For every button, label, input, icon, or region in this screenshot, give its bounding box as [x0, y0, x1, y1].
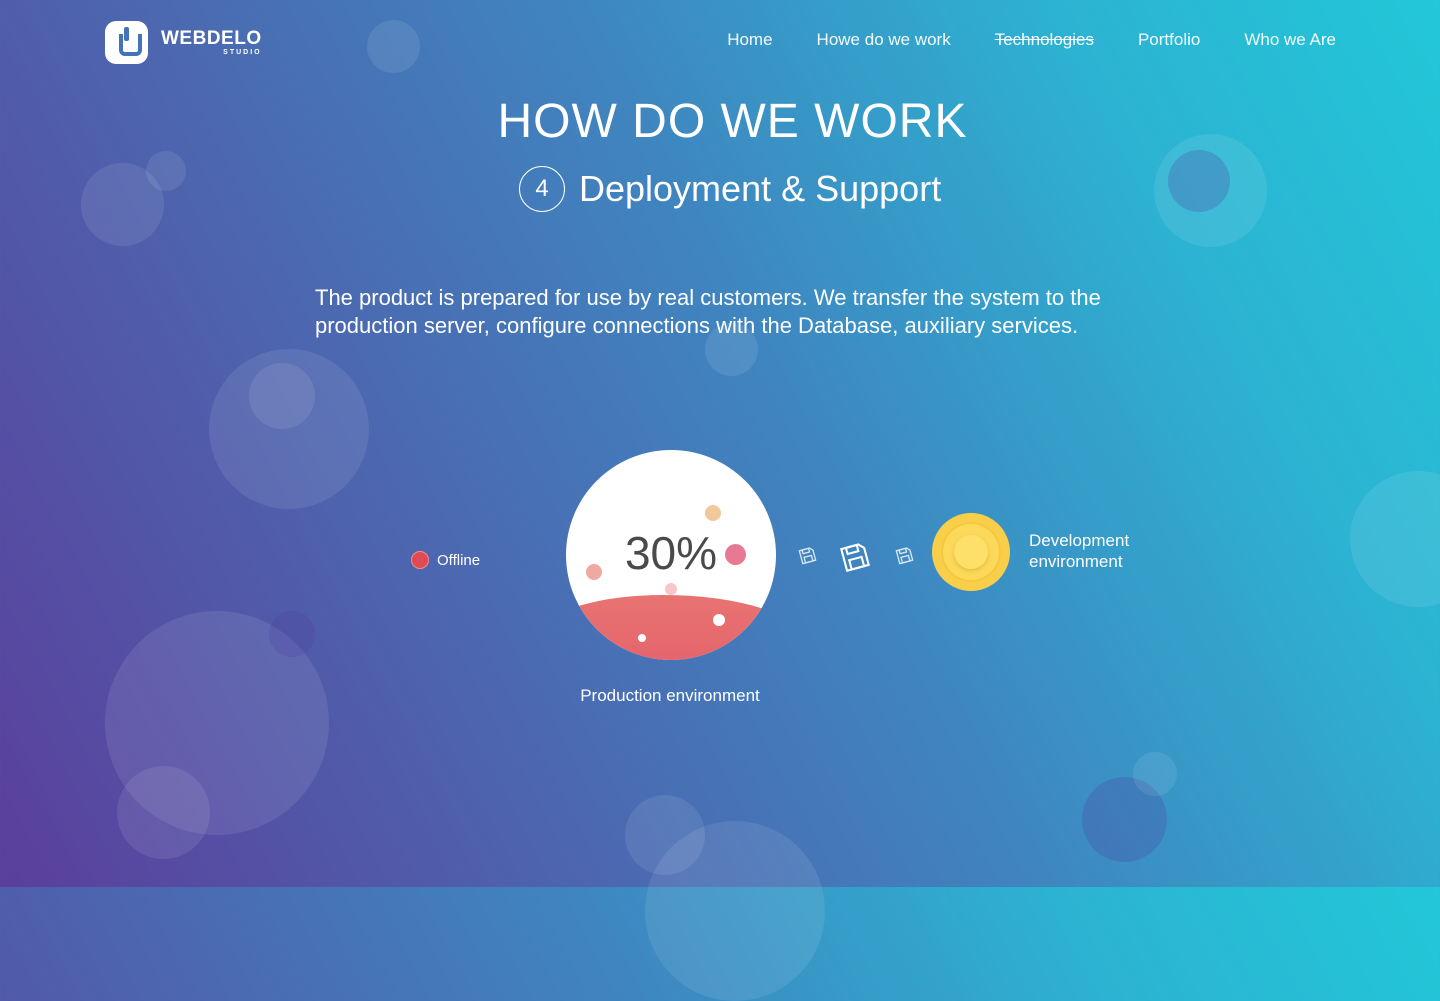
offline-label: Offline: [437, 551, 481, 569]
decor-dot: [665, 583, 677, 595]
offline-legend: Offline: [411, 551, 480, 569]
nav-technologies[interactable]: Technologies: [995, 30, 1094, 50]
bg-bubble: [367, 20, 420, 73]
main-nav: Home Howe do we work Technologies Portfo…: [683, 30, 1336, 50]
bg-bubble: [1350, 471, 1440, 607]
step-number-badge: 4: [519, 166, 565, 212]
brand-sub: STUDIO: [223, 48, 262, 56]
step-title: Deployment & Support: [579, 168, 942, 209]
nav-how-we-work[interactable]: Howe do we work: [817, 30, 951, 50]
logo[interactable]: WEBDELO STUDIO: [105, 21, 262, 64]
step-description: The product is prepared for use by real …: [315, 285, 1101, 338]
production-wave: [566, 595, 776, 660]
decor-dot: [638, 634, 646, 642]
development-coin-icon: [932, 513, 1010, 591]
floppy-disk-icon: [840, 543, 870, 572]
brand-name: WEBDELO: [161, 27, 262, 49]
bg-bubble: [269, 611, 315, 657]
development-label: Development environment: [1029, 531, 1130, 571]
page-title: HOW DO WE WORK: [497, 95, 968, 148]
production-label: Production environment: [580, 686, 760, 705]
production-percent: 30%: [624, 527, 718, 579]
bg-bubble: [249, 363, 315, 429]
nav-portfolio[interactable]: Portfolio: [1138, 30, 1200, 50]
bg-bubble: [117, 766, 210, 859]
step-heading: 4 Deployment & Support: [519, 166, 941, 212]
floppy-disk-icon: [798, 547, 817, 565]
bg-bubble: [1168, 150, 1230, 212]
floppy-disk-icon: [895, 547, 914, 565]
production-circle: 30%: [566, 450, 776, 660]
bg-bubble: [1133, 752, 1177, 796]
nav-home[interactable]: Home: [727, 30, 772, 50]
logo-icon: [105, 21, 148, 64]
decor-dot: [705, 505, 721, 521]
bg-bubble: [146, 151, 186, 191]
decor-dot: [713, 614, 725, 626]
bg-bubble: [645, 821, 825, 1001]
nav-who-we-are[interactable]: Who we Are: [1244, 30, 1336, 50]
offline-dot-icon: [411, 551, 429, 569]
